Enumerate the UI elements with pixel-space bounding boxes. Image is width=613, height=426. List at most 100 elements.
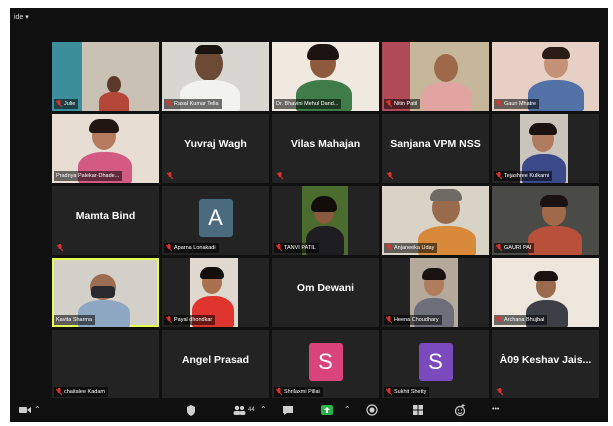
participant-display-name: Vilas Mahajan: [290, 138, 361, 150]
chevron-up-icon[interactable]: ⌃: [34, 402, 41, 418]
participant-hair: [540, 195, 568, 207]
participant-tile[interactable]: À09 Keshav Jais...: [492, 330, 599, 399]
mic-muted-icon: [56, 244, 64, 252]
participant-name-label: Archana Bhujbal: [494, 315, 548, 325]
gallery-grid: Julie Rasal Kumar Tella Dr. Bhavini Mehu…: [52, 42, 599, 399]
mic-muted-icon: [166, 172, 174, 180]
mic-muted-icon: [386, 244, 392, 252]
mic-muted-icon: [496, 316, 502, 324]
participant-name-label: TANVI PATIL: [274, 243, 319, 253]
participant-tile[interactable]: Rasal Kumar Tella: [162, 42, 269, 111]
participant-tile[interactable]: Om Dewani: [272, 258, 379, 327]
participant-tile[interactable]: S Shrilaxmi Pillai: [272, 330, 379, 399]
video-camera-icon[interactable]: [18, 402, 32, 418]
participant-tile[interactable]: Sanjana VPM NSS: [382, 114, 489, 183]
zoom-meeting-window: ide ▾ Julie Rasal Kumar Tella Dr. Bhavin…: [10, 8, 608, 422]
participant-name-label: Kavita Sharma: [54, 315, 96, 325]
participant-tile[interactable]: Archana Bhujbal: [492, 258, 599, 327]
mic-muted-icon: [496, 100, 502, 108]
participant-tile[interactable]: TANVI PATIL: [272, 186, 379, 255]
participant-tile[interactable]: GAURI PAI: [492, 186, 599, 255]
mic-muted-icon: [386, 100, 392, 108]
participant-video-body: [99, 92, 129, 111]
face-mask: [91, 286, 115, 298]
participant-tile[interactable]: Heena Choudhary: [382, 258, 489, 327]
participant-name-label: Heena Choudhary: [384, 315, 442, 325]
participant-hair: [89, 119, 119, 133]
breakout-rooms-icon[interactable]: [412, 402, 424, 418]
participant-display-name: Angel Prasad: [181, 354, 250, 366]
mic-muted-icon: [386, 388, 392, 396]
participant-name-label: Rasal Kumar Tella: [164, 99, 222, 109]
mic-muted-icon: [496, 388, 504, 396]
participant-video: [107, 76, 121, 93]
participant-tile[interactable]: Gauri Mhatre: [492, 42, 599, 111]
participant-name-label: GAURI PAI: [494, 243, 535, 253]
participant-video-body: [528, 226, 582, 255]
participant-name-label: Anjaneeka Uday: [384, 243, 438, 253]
participant-tile[interactable]: chaitalee Kadam: [52, 330, 159, 399]
participant-hair: [200, 267, 224, 279]
participant-name-label: Sukhit Shetty: [384, 387, 430, 397]
more-button[interactable]: •••: [492, 402, 499, 418]
participant-name-label: Shrilaxmi Pillai: [274, 387, 323, 397]
participant-name-label: Gauri Mhatre: [494, 99, 540, 109]
participant-hair: [422, 268, 446, 280]
participant-name-label: Dr. Bhavini Mehul Dand...: [274, 99, 342, 109]
mic-muted-icon: [56, 100, 62, 108]
participant-display-name: Sanjana VPM NSS: [390, 138, 481, 150]
participant-hair: [430, 189, 462, 201]
participant-name-label: chaitalee Kadam: [54, 387, 108, 397]
participant-hair: [195, 45, 223, 54]
chevron-up-icon[interactable]: ⌃: [344, 402, 351, 418]
participant-display-name: Mamta Bind: [75, 210, 136, 222]
participant-tile[interactable]: Julie: [52, 42, 159, 111]
participant-tile[interactable]: Mamta Bind: [52, 186, 159, 255]
participant-hair: [542, 47, 570, 59]
participant-hair: [307, 44, 339, 60]
participant-tile[interactable]: Anjaneeka Uday: [382, 186, 489, 255]
participant-video: [434, 54, 458, 82]
mic-muted-icon: [56, 388, 62, 396]
participants-icon[interactable]: [232, 402, 246, 418]
participant-name-label: Tejashree Kulkarni: [494, 171, 553, 181]
participant-tile[interactable]: Tejashree Kulkarni: [492, 114, 599, 183]
participant-video-body: [422, 82, 472, 111]
participants-count: 44: [248, 407, 255, 413]
participant-tile[interactable]: S Sukhit Shetty: [382, 330, 489, 399]
security-shield-icon[interactable]: [186, 402, 196, 418]
participant-tile[interactable]: Angel Prasad: [162, 330, 269, 399]
mic-muted-icon: [276, 172, 284, 180]
mic-muted-icon: [496, 244, 502, 252]
participant-name-label: Pradnya Palekar-Dhade...: [54, 171, 123, 181]
chat-icon[interactable]: [282, 402, 294, 418]
reactions-icon[interactable]: [454, 402, 466, 418]
mic-muted-icon: [496, 172, 502, 180]
participant-hair: [529, 123, 557, 135]
participant-display-name: Yuvraj Wagh: [184, 138, 247, 150]
participant-tile[interactable]: A Aparna Lonakadi: [162, 186, 269, 255]
participant-tile[interactable]: Vilas Mahajan: [272, 114, 379, 183]
participant-tile-active-speaker[interactable]: Kavita Sharma: [52, 258, 159, 327]
mic-muted-icon: [276, 388, 282, 396]
mic-muted-icon: [386, 172, 394, 180]
participant-name-label: Julie: [54, 99, 79, 109]
mic-muted-icon: [166, 316, 172, 324]
record-icon[interactable]: [366, 402, 378, 418]
participant-tile[interactable]: Pradnya Palekar-Dhade...: [52, 114, 159, 183]
participant-tile[interactable]: Nitin Patil: [382, 42, 489, 111]
share-screen-icon[interactable]: [320, 402, 334, 418]
participant-hair: [534, 271, 558, 281]
participant-display-name: Om Dewani: [296, 282, 355, 294]
mic-muted-icon: [386, 316, 392, 324]
view-menu-button[interactable]: ide ▾: [10, 11, 33, 25]
participant-hair: [311, 196, 337, 212]
chevron-up-icon[interactable]: ⌃: [260, 402, 267, 418]
meeting-toolbar: ⌃ 44 ⌃ ⌃ •••: [10, 398, 608, 422]
participant-tile[interactable]: Yuvraj Wagh: [162, 114, 269, 183]
mic-muted-icon: [166, 244, 172, 252]
participant-tile[interactable]: Payal dhondkar: [162, 258, 269, 327]
mic-muted-icon: [276, 244, 282, 252]
participant-tile[interactable]: Dr. Bhavini Mehul Dand...: [272, 42, 379, 111]
participant-avatar: S: [418, 343, 453, 381]
